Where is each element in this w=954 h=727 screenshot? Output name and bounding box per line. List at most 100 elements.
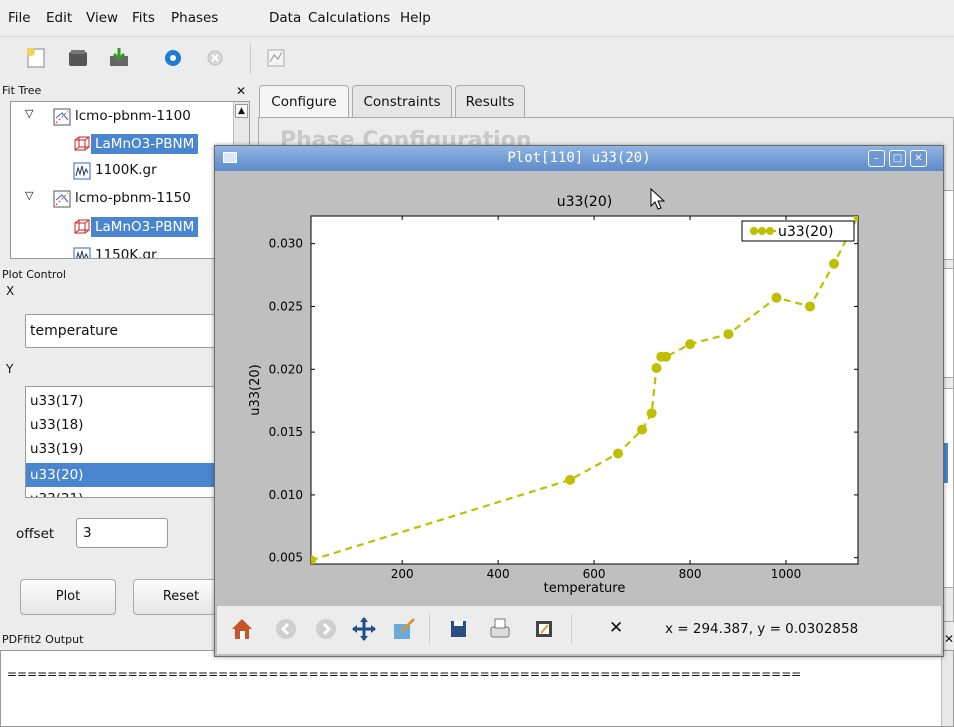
home-icon[interactable] [229,616,255,642]
close-window-icon[interactable]: ✕ [910,150,927,167]
data-point [853,216,858,221]
x-tick-label: 200 [391,567,414,581]
plot-window-titlebar[interactable]: Plot[110] u33(20) – □ ✕ [215,146,943,171]
pan-icon[interactable] [351,616,377,642]
save-figure-icon[interactable] [445,616,471,642]
cursor-coordinates: x = 294.387, y = 0.0302858 [665,621,859,637]
menu-fits[interactable]: Fits [132,10,155,26]
print-icon[interactable] [487,616,513,642]
menu-data[interactable]: Data [269,10,301,26]
mouse-cursor-icon [650,188,666,210]
menu-file[interactable]: File [8,10,31,26]
output-text: ========================================… [7,667,802,681]
phase-icon [74,219,90,234]
tab-results[interactable]: Results [455,85,525,117]
fit-tree-close-icon[interactable]: ✕ [236,84,246,98]
tab-constraints[interactable]: Constraints [352,85,452,117]
plot-button[interactable]: Plot [20,579,116,615]
back-icon[interactable] [273,616,299,642]
data-point [723,329,734,340]
x-tick-label: 800 [679,567,702,581]
toolbar-separator [250,44,251,74]
y-group-label: Y [6,362,14,376]
menu-help[interactable]: Help [400,10,431,26]
plot-toolbar: ✕ x = 294.387, y = 0.0302858 [217,606,941,654]
output-scrollbar[interactable] [941,651,953,726]
tree-item-label: lcmo-pbnm-1150 [75,190,191,206]
y-axis-label: u33(20) [248,364,263,415]
phase-icon [74,136,90,151]
data-point [613,448,624,459]
new-icon[interactable] [24,46,48,70]
menu-view[interactable]: View [86,10,118,26]
chart-title: u33(20) [557,194,612,210]
data-point [637,424,648,435]
data-point [651,363,662,374]
forward-icon[interactable] [313,616,339,642]
y-list[interactable]: u33(17) u33(18) u33(19) u33(20) u33(21) [25,386,220,498]
stop-icon[interactable] [203,46,227,70]
menu-calculations[interactable]: Calculations [308,10,390,26]
y-tick-label: 0.025 [269,299,303,313]
output-text-area[interactable]: ========================================… [0,650,954,727]
menu-bar: File Edit View Fits Phases Data Calculat… [0,0,954,36]
output-title: PDFfit2 Output [2,633,84,646]
data-point [685,339,696,350]
menu-edit[interactable]: Edit [46,10,72,26]
data-file-icon [73,162,91,180]
y-tick-label: 0.015 [269,425,303,439]
y-tick-label: 0.020 [269,362,303,376]
minimize-icon[interactable]: – [868,150,885,167]
save-icon[interactable] [107,46,131,70]
list-item-selected[interactable]: u33(20) [26,463,219,487]
data-point [829,258,840,269]
close-plot-icon[interactable]: ✕ [609,618,623,638]
list-item[interactable]: u33(21) [26,487,219,497]
x-axis-label: temperature [544,581,626,596]
legend-marker [766,227,774,235]
chart[interactable]: u33(20) 200 400 600 800 1000 0.005 0.010 0.015 0.… [217,171,941,606]
x-group-label: X [6,284,15,298]
plot-icon[interactable] [264,46,288,70]
maximize-icon[interactable]: □ [889,150,906,167]
plot-canvas[interactable]: u33(20) 200 400 600 800 1000 0.005 0.010 0.015 0.… [217,171,941,606]
y-tick-label: 0.005 [269,551,303,565]
fit-tree-title: Fit Tree [2,84,42,97]
open-icon[interactable] [66,46,90,70]
y-tick-label: 0.030 [269,237,303,251]
run-icon[interactable] [161,46,185,70]
x-select[interactable]: temperature [25,314,220,348]
menu-phases[interactable]: Phases [171,10,218,26]
scroll-up-icon[interactable]: ▲ [235,104,248,118]
tab-configure[interactable]: Configure [259,85,349,117]
list-item[interactable]: u33(17) [26,389,219,413]
tree-item-label: 1100K.gr [95,162,157,178]
toolbar-separator [429,614,430,644]
tree-item-label: LaMnO3-PBNM [91,217,199,237]
fit-icon [53,190,71,208]
toolbar-separator [571,614,572,644]
legend-label: u33(20) [778,224,833,240]
list-item[interactable]: u33(18) [26,413,219,437]
list-item[interactable]: u33(19) [26,437,219,461]
y-tick-label: 0.010 [269,488,303,502]
output-close-icon[interactable]: ✕ [944,632,954,646]
x-tick-label: 400 [487,567,510,581]
edit-icon[interactable] [531,616,557,642]
plot-window-title: Plot[110] u33(20) [507,150,651,166]
legend-marker [750,227,758,235]
data-point [771,292,782,303]
expand-triangle-icon[interactable]: ▽ [25,107,33,120]
offset-field[interactable]: 3 [76,518,168,548]
legend-marker [758,227,766,235]
data-point [805,301,816,312]
expand-triangle-icon[interactable]: ▽ [25,189,33,202]
plot-control-title: Plot Control [2,268,66,281]
data-file-icon [73,247,91,258]
data-point [565,474,576,485]
main-toolbar [0,36,954,80]
tree-item-label: 1150K.gr [95,247,157,259]
data-point [661,351,672,362]
configure-icon[interactable] [391,616,417,642]
data-point [646,408,657,419]
